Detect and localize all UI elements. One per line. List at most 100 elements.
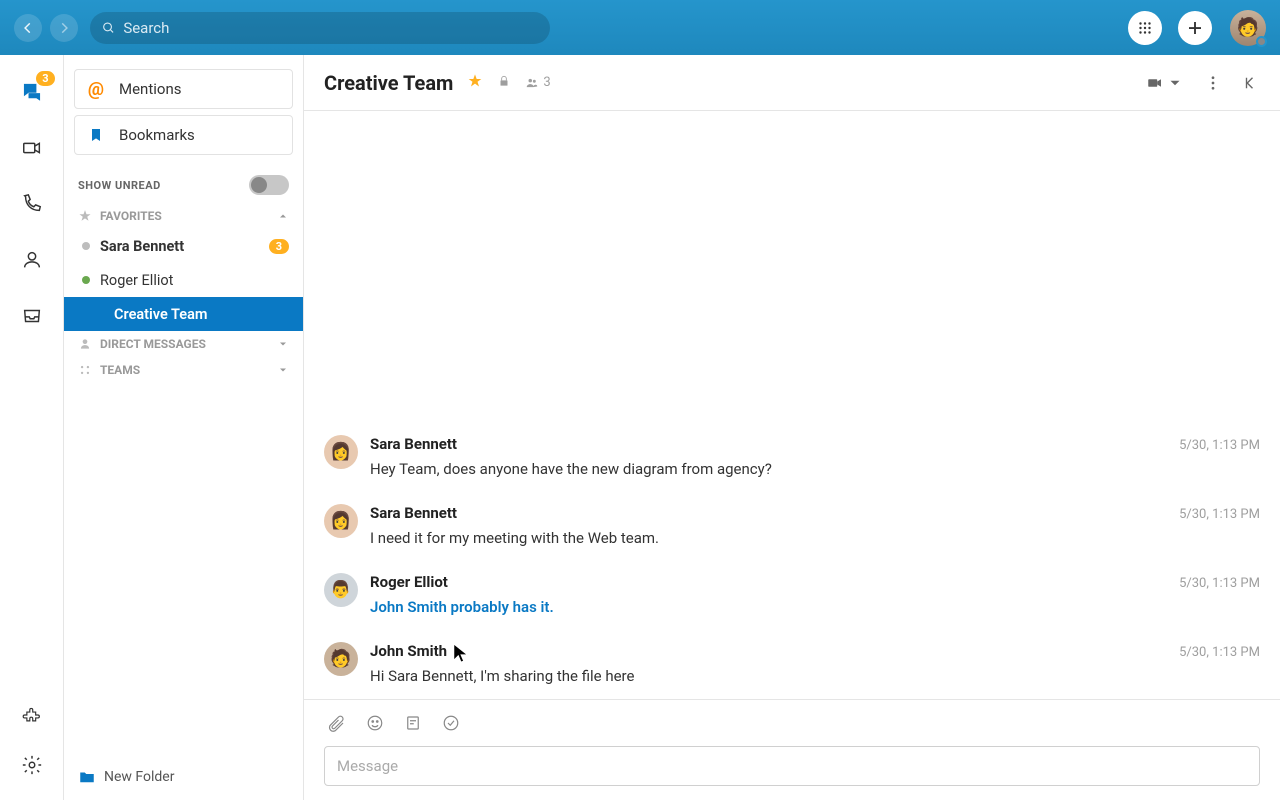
smiley-icon	[366, 714, 384, 732]
task-check-button[interactable]	[442, 714, 460, 736]
bookmarks-label: Bookmarks	[119, 126, 195, 144]
chevron-left-icon	[21, 21, 35, 35]
inbox-icon	[21, 305, 43, 327]
check-circle-icon	[442, 714, 460, 732]
message: 👩 Sara Bennett 5/30, 1:13 PM I need it for …	[324, 492, 1260, 561]
rail-contacts[interactable]	[19, 247, 45, 273]
message-author: John Smith	[370, 642, 447, 660]
gear-icon	[21, 754, 43, 776]
message-timestamp: 5/30, 1:13 PM	[1179, 507, 1260, 522]
bookmark-icon	[87, 126, 105, 144]
search-icon	[102, 21, 115, 35]
message-input[interactable]	[324, 746, 1260, 786]
nav-back-button[interactable]	[14, 14, 42, 42]
message-avatar[interactable]: 🧑	[324, 642, 358, 676]
presence-dot	[82, 242, 90, 250]
conversation-name: Creative Team	[114, 306, 289, 323]
rail-messages[interactable]: 3	[19, 79, 45, 105]
message: 👨 Roger Elliot 5/30, 1:13 PM John Smith pro…	[324, 561, 1260, 630]
rail-apps[interactable]	[19, 702, 45, 728]
section-favorites[interactable]: FAVORITES	[64, 203, 303, 229]
show-unread-toggle[interactable]	[249, 175, 289, 195]
note-button[interactable]	[404, 714, 422, 736]
person-icon	[21, 249, 43, 271]
paperclip-icon	[328, 714, 346, 732]
message-timestamp: 5/30, 1:13 PM	[1179, 645, 1260, 660]
attach-button[interactable]	[328, 714, 346, 736]
mentions-button[interactable]: @ Mentions	[74, 69, 293, 109]
sidebar-item-sara-bennett[interactable]: Sara Bennett3	[64, 229, 303, 263]
message-list: 👩 Sara Bennett 5/30, 1:13 PM Hey Team, does…	[304, 111, 1280, 699]
video-icon	[1146, 74, 1164, 92]
dialpad-button[interactable]	[1128, 11, 1162, 45]
rail-settings[interactable]	[19, 752, 45, 778]
message-timestamp: 5/30, 1:13 PM	[1179, 576, 1260, 591]
more-menu-button[interactable]	[1204, 74, 1222, 92]
nav-forward-button[interactable]	[50, 14, 78, 42]
chevron-down-icon	[277, 364, 289, 376]
nav-rail: 3	[0, 55, 64, 800]
rail-inbox[interactable]	[19, 303, 45, 329]
start-video-button[interactable]	[1146, 74, 1184, 92]
message-author: Roger Elliot	[370, 573, 448, 591]
message-text: I need it for my meeting with the Web te…	[370, 528, 1260, 549]
folder-plus-icon	[78, 768, 96, 786]
presence-dot	[82, 276, 90, 284]
people-icon	[525, 76, 539, 90]
note-icon	[404, 714, 422, 732]
composer	[304, 699, 1280, 800]
main-panel: Creative Team 3 👩 Sara Bennett 5/30, 1:13 …	[304, 55, 1280, 800]
conversation-header: Creative Team 3	[304, 55, 1280, 111]
topbar: 🧑	[0, 0, 1280, 55]
message-text[interactable]: John Smith probably has it.	[370, 597, 1260, 618]
conversation-name: Roger Elliot	[100, 272, 289, 289]
section-direct-messages[interactable]: DIRECT MESSAGES	[64, 331, 303, 357]
rail-video[interactable]	[19, 135, 45, 161]
unread-badge: 3	[269, 239, 289, 254]
new-button[interactable]	[1178, 11, 1212, 45]
show-unread-label: SHOW UNREAD	[78, 179, 161, 192]
collapse-panel-button[interactable]	[1242, 74, 1260, 92]
lock-icon	[497, 74, 511, 92]
mentions-label: Mentions	[119, 80, 181, 98]
sidebar-item-creative-team[interactable]: Creative Team	[64, 297, 303, 331]
plus-icon	[1186, 19, 1204, 37]
person-small-icon	[78, 337, 92, 351]
bookmarks-button[interactable]: Bookmarks	[74, 115, 293, 155]
puzzle-icon	[21, 704, 43, 726]
rail-phone[interactable]	[19, 191, 45, 217]
member-count[interactable]: 3	[525, 75, 550, 90]
message-text: Hey Team, does anyone have the new diagr…	[370, 459, 1260, 480]
presence-dot	[1256, 36, 1267, 47]
collapse-icon	[1242, 74, 1260, 92]
message-timestamp: 5/30, 1:13 PM	[1179, 438, 1260, 453]
rail-messages-badge: 3	[36, 71, 54, 86]
section-teams[interactable]: TEAMS	[64, 357, 303, 383]
sidebar-item-roger-elliot[interactable]: Roger Elliot	[64, 263, 303, 297]
chevron-right-icon	[57, 21, 71, 35]
kebab-icon	[1204, 74, 1222, 92]
emoji-button[interactable]	[366, 714, 384, 736]
message-author: Sara Bennett	[370, 435, 457, 453]
teams-icon	[78, 363, 92, 377]
conversation-name: Sara Bennett	[100, 238, 269, 255]
message: 🧑 John Smith 5/30, 1:13 PM Hi Sara Bennett,…	[324, 630, 1260, 699]
message-avatar[interactable]: 👩	[324, 504, 358, 538]
search-input[interactable]	[123, 19, 538, 37]
message-avatar[interactable]: 👩	[324, 435, 358, 469]
search-bar[interactable]	[90, 12, 550, 44]
favorite-star[interactable]	[467, 73, 483, 93]
new-folder-button[interactable]: New Folder	[64, 753, 303, 800]
message: 👩 Sara Bennett 5/30, 1:13 PM Hey Team, does…	[324, 423, 1260, 492]
message-avatar[interactable]: 👨	[324, 573, 358, 607]
video-icon	[21, 137, 43, 159]
chevron-up-icon	[277, 210, 289, 222]
star-icon	[78, 209, 92, 223]
profile-avatar[interactable]: 🧑	[1230, 10, 1266, 46]
message-text: Hi Sara Bennett, I'm sharing the file he…	[370, 666, 1260, 687]
dialpad-icon	[1136, 19, 1154, 37]
chevron-down-icon	[277, 338, 289, 350]
conversation-title: Creative Team	[324, 71, 453, 95]
phone-icon	[21, 193, 43, 215]
message-author: Sara Bennett	[370, 504, 457, 522]
